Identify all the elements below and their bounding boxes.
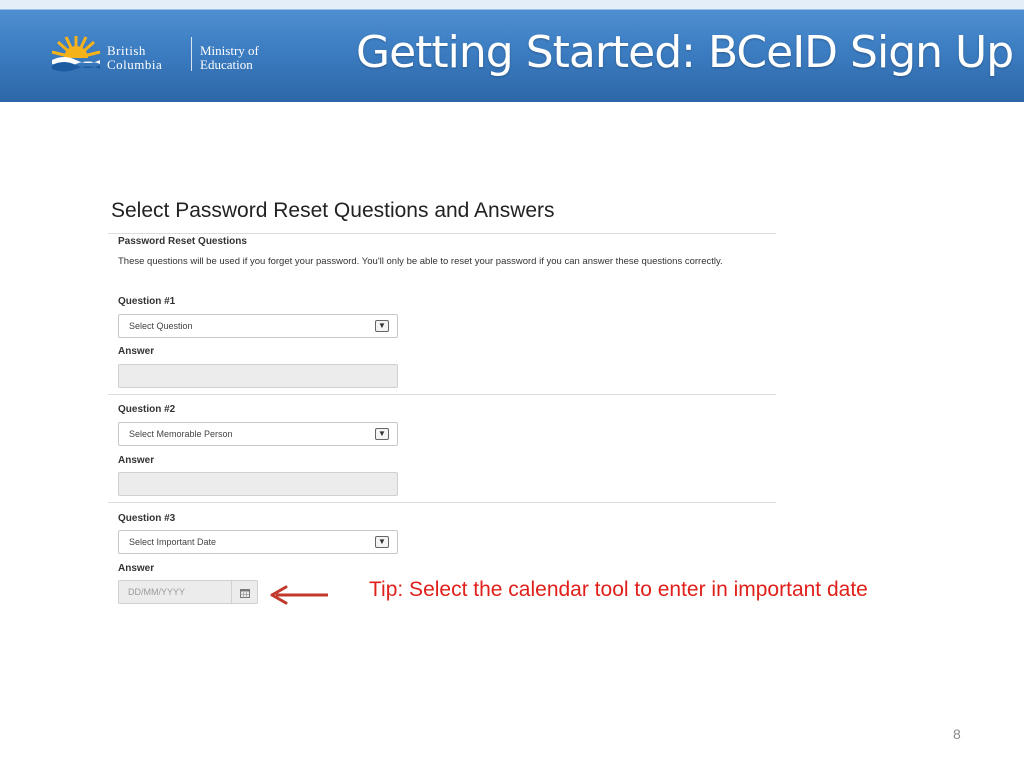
question-2-select[interactable]: Select Memorable Person ▼: [118, 422, 398, 446]
page-title: Getting Started: BCeID Sign Up: [356, 27, 1014, 78]
title-banner: British Columbia Ministry of Education G…: [0, 0, 1024, 102]
chevron-down-icon[interactable]: ▼: [375, 320, 389, 332]
chevron-down-icon[interactable]: ▼: [375, 536, 389, 548]
answer-2-input[interactable]: [118, 472, 398, 496]
form-description: These questions will be used if you forg…: [118, 256, 723, 267]
question-1-select[interactable]: Select Question ▼: [118, 314, 398, 338]
question-2-label: Question #2: [118, 404, 176, 415]
bc-logo: British Columbia Ministry of Education: [48, 34, 278, 74]
left-arrow-icon: [270, 585, 328, 605]
question-3-select-value: Select Important Date: [129, 537, 217, 547]
date-placeholder: DD/MM/YYYY: [128, 587, 186, 597]
question-3-select[interactable]: Select Important Date ▼: [118, 530, 398, 554]
chevron-down-icon[interactable]: ▼: [375, 428, 389, 440]
answer-3-label: Answer: [118, 563, 155, 574]
slide-number: 8: [953, 726, 961, 742]
question-1-select-value: Select Question: [129, 321, 193, 331]
ministry-education: Education: [200, 57, 253, 72]
answer-1-label: Answer: [118, 346, 155, 357]
answer-1-input[interactable]: [118, 364, 398, 388]
date-input[interactable]: DD/MM/YYYY: [118, 580, 232, 604]
section-heading: Select Password Reset Questions and Answ…: [111, 199, 555, 222]
logo-columbia: Columbia: [107, 57, 163, 72]
tip-text: Tip: Select the calendar tool to enter i…: [369, 578, 868, 601]
divider-1: [108, 394, 776, 395]
calendar-icon[interactable]: [240, 588, 250, 598]
bc-sun-logo-icon: [51, 36, 101, 72]
answer-2-label: Answer: [118, 455, 155, 466]
form-title: Password Reset Questions: [118, 236, 247, 247]
password-reset-form: Password Reset Questions These questions…: [108, 233, 776, 613]
calendar-button[interactable]: [232, 580, 258, 604]
question-1-label: Question #1: [118, 296, 176, 307]
form-top-divider: [108, 233, 776, 234]
question-2-select-value: Select Memorable Person: [129, 429, 233, 439]
question-3-label: Question #3: [118, 513, 176, 524]
divider-2: [108, 502, 776, 503]
logo-divider: [191, 37, 192, 71]
